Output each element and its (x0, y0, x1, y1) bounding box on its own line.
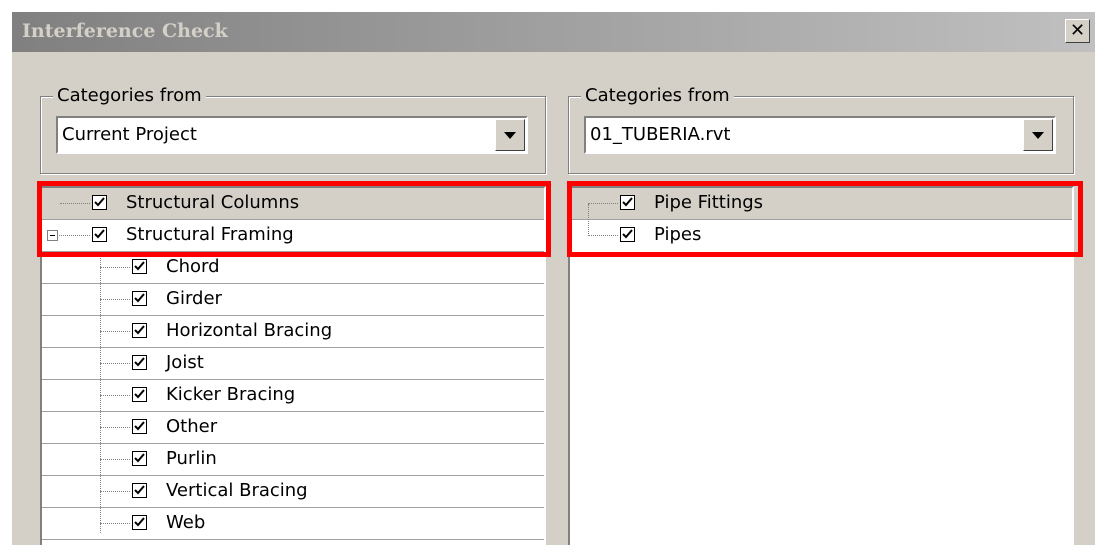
checkmark-icon (134, 357, 145, 367)
right-categories-combo[interactable]: 01_TUBERIA.rvt (584, 116, 1056, 154)
chevron-down-icon (1032, 132, 1044, 139)
tree-item-label: Horizontal Bracing (166, 320, 333, 341)
tree-connector (100, 299, 130, 300)
tree-item-chord[interactable]: Chord (42, 252, 544, 284)
left-group-label: Categories from (53, 85, 206, 106)
close-icon: ✕ (1069, 20, 1086, 41)
checkbox[interactable] (620, 227, 635, 242)
left-category-tree[interactable]: Structural Columns Structural Framing Ch… (40, 186, 546, 545)
tree-connector (100, 523, 130, 524)
tree-item-label: Girder (166, 288, 222, 309)
tree-connector (100, 427, 130, 428)
tree-item-structural-framing[interactable]: Structural Framing (42, 220, 544, 252)
right-combo-value: 01_TUBERIA.rvt (590, 124, 731, 145)
checkmark-icon (134, 485, 145, 495)
tree-item-horizontal-bracing[interactable]: Horizontal Bracing (42, 316, 544, 348)
tree-item-label: Joist (166, 352, 204, 373)
tree-item-pipe-fittings[interactable]: Pipe Fittings (570, 188, 1072, 220)
tree-connector (100, 459, 130, 460)
checkmark-icon (134, 517, 145, 527)
tree-item-structural-columns[interactable]: Structural Columns (42, 188, 544, 220)
tree-item-pipes[interactable]: Pipes (570, 220, 1072, 252)
dialog-title: Interference Check (22, 20, 228, 42)
checkmark-icon (94, 229, 105, 239)
tree-connector (59, 235, 90, 236)
checkmark-icon (134, 421, 145, 431)
interference-check-dialog: Interference Check ✕ Categories from Cur… (12, 12, 1095, 545)
tree-item-joist[interactable]: Joist (42, 348, 544, 380)
tree-connector (100, 331, 130, 332)
right-category-tree[interactable]: Pipe Fittings Pipes (568, 186, 1074, 545)
right-combo-dropdown-button[interactable] (1023, 119, 1053, 151)
checkmark-icon (134, 261, 145, 271)
left-categories-group: Categories from Current Project (40, 85, 546, 174)
checkbox[interactable] (132, 419, 147, 434)
checkmark-icon (134, 325, 145, 335)
tree-connector (60, 203, 90, 204)
checkbox[interactable] (132, 483, 147, 498)
tree-item-label: Pipes (654, 224, 702, 245)
checkmark-icon (134, 453, 145, 463)
tree-item-web[interactable]: Web (42, 508, 544, 540)
checkbox[interactable] (132, 387, 147, 402)
tree-item-label: Kicker Bracing (166, 384, 296, 405)
tree-connector (100, 267, 130, 268)
tree-connector (100, 395, 130, 396)
checkmark-icon (134, 293, 145, 303)
checkmark-icon (622, 229, 633, 239)
tree-item-purlin[interactable]: Purlin (42, 444, 544, 476)
right-group-label: Categories from (581, 85, 734, 106)
checkbox[interactable] (132, 259, 147, 274)
title-bar: Interference Check ✕ (12, 12, 1095, 52)
tree-item-label: Structural Columns (126, 192, 300, 213)
left-categories-combo[interactable]: Current Project (56, 116, 528, 154)
checkmark-icon (622, 197, 633, 207)
checkmark-icon (94, 197, 105, 207)
tree-item-label: Pipe Fittings (654, 192, 764, 213)
tree-item-vertical-bracing[interactable]: Vertical Bracing (42, 476, 544, 508)
checkbox[interactable] (132, 515, 147, 530)
tree-item-other[interactable]: Other (42, 412, 544, 444)
checkbox[interactable] (620, 195, 635, 210)
checkbox[interactable] (92, 227, 107, 242)
right-categories-group: Categories from 01_TUBERIA.rvt (568, 85, 1074, 174)
checkmark-icon (134, 389, 145, 399)
tree-item-label: Purlin (166, 448, 217, 469)
left-combo-value: Current Project (62, 124, 197, 145)
checkbox[interactable] (132, 323, 147, 338)
tree-connector (100, 491, 130, 492)
tree-item-label: Chord (166, 256, 220, 277)
collapse-icon[interactable] (47, 230, 58, 241)
checkbox[interactable] (132, 451, 147, 466)
tree-item-label: Structural Framing (126, 224, 294, 245)
tree-item-label: Other (166, 416, 218, 437)
checkbox[interactable] (132, 291, 147, 306)
tree-item-girder[interactable]: Girder (42, 284, 544, 316)
tree-item-label: Web (166, 512, 206, 533)
left-combo-dropdown-button[interactable] (495, 119, 525, 151)
tree-item-kicker-bracing[interactable]: Kicker Bracing (42, 380, 544, 412)
tree-connector (588, 203, 618, 204)
tree-connector (100, 363, 130, 364)
tree-item-label: Vertical Bracing (166, 480, 308, 501)
close-button[interactable]: ✕ (1065, 19, 1090, 43)
checkbox[interactable] (92, 195, 107, 210)
checkbox[interactable] (132, 355, 147, 370)
chevron-down-icon (504, 132, 516, 139)
tree-connector (588, 235, 618, 236)
